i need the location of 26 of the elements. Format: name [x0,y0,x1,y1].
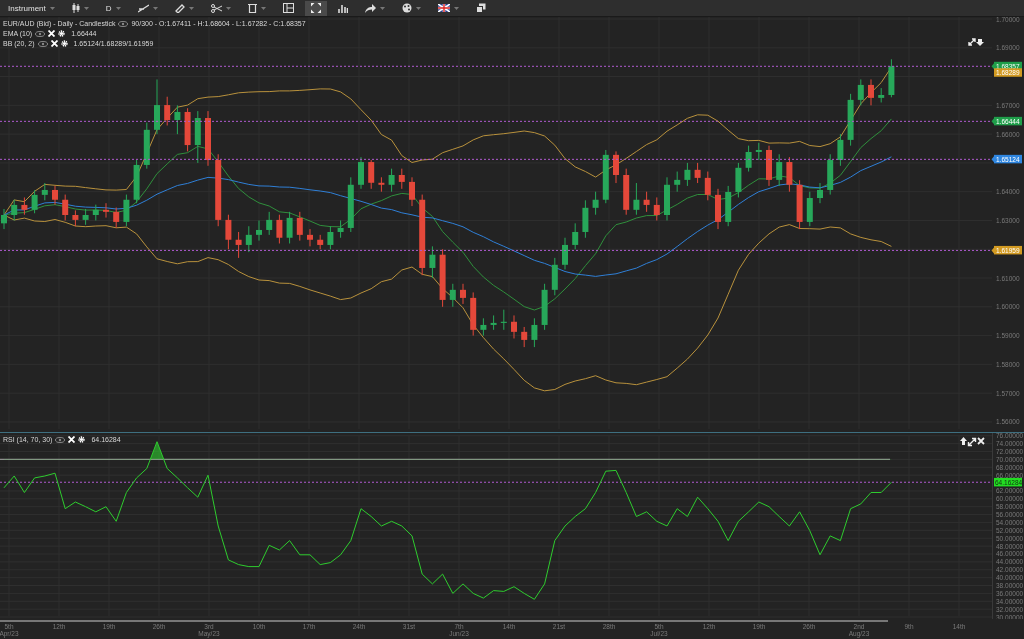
eye-icon[interactable] [35,30,46,37]
eye-icon[interactable] [55,436,66,443]
close-icon[interactable] [977,437,985,445]
flag-icon [437,4,450,12]
toolbar-dropdown[interactable]: Instrument [2,0,61,16]
eye-icon[interactable] [118,20,129,27]
eye-icon[interactable] [37,40,48,47]
up-arrow-icon[interactable] [960,437,967,445]
expand-icon[interactable] [968,38,976,46]
line-tool-icon [137,3,149,13]
scrollbar[interactable] [0,620,888,622]
candlestick-icon [71,3,80,13]
windows-icon [475,3,486,13]
toolbar-button[interactable] [304,0,327,16]
palette-icon [401,3,412,13]
expand-icon[interactable] [967,437,977,447]
share-arrow-icon [364,3,376,13]
toolbar-dropdown[interactable]: D [99,0,127,16]
layout-icon [282,3,294,13]
scissors-icon [210,3,222,13]
settings-icon[interactable] [78,436,86,443]
down-arrow-icon[interactable] [976,39,984,46]
trash-icon [247,3,257,13]
bar-chart-icon [337,3,348,13]
ruler-icon [174,3,185,13]
expand-icon [310,3,321,13]
